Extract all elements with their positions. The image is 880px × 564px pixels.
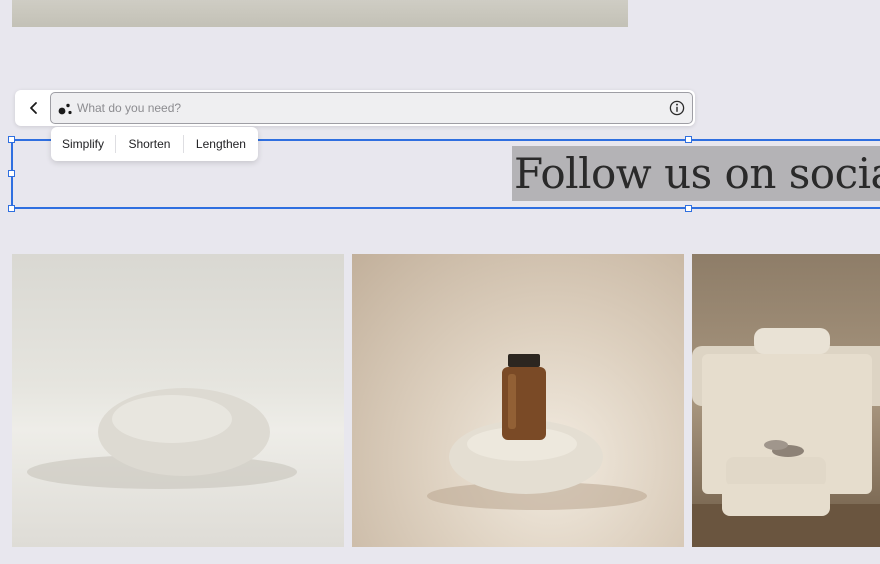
chevron-left-icon	[30, 102, 37, 114]
heading-follow-us[interactable]: Follow us on social	[512, 146, 880, 201]
resize-handle-mid-left[interactable]	[8, 170, 15, 177]
suggestion-menu: Simplify Shorten Lengthen	[51, 127, 258, 161]
suggestion-simplify[interactable]: Simplify	[51, 127, 115, 161]
back-button[interactable]	[21, 95, 47, 121]
prompt-field[interactable]	[50, 92, 693, 124]
ai-prompt-bar	[15, 90, 695, 126]
suggestion-shorten[interactable]: Shorten	[115, 127, 183, 161]
resize-handle-bottom-left[interactable]	[8, 205, 15, 212]
amber-bottle-on-stone-image	[352, 254, 684, 547]
top-banner-image	[12, 0, 628, 27]
massage-table-towels-image	[692, 254, 880, 547]
suggestion-lengthen[interactable]: Lengthen	[184, 127, 258, 161]
resize-handle-top-left[interactable]	[8, 136, 15, 143]
info-icon[interactable]	[669, 100, 685, 116]
sparkle-dots-icon	[58, 103, 72, 115]
prompt-input[interactable]	[77, 93, 657, 123]
white-stone-image	[12, 254, 344, 547]
resize-handle-top-mid[interactable]	[685, 136, 692, 143]
resize-handle-bottom-mid[interactable]	[685, 205, 692, 212]
